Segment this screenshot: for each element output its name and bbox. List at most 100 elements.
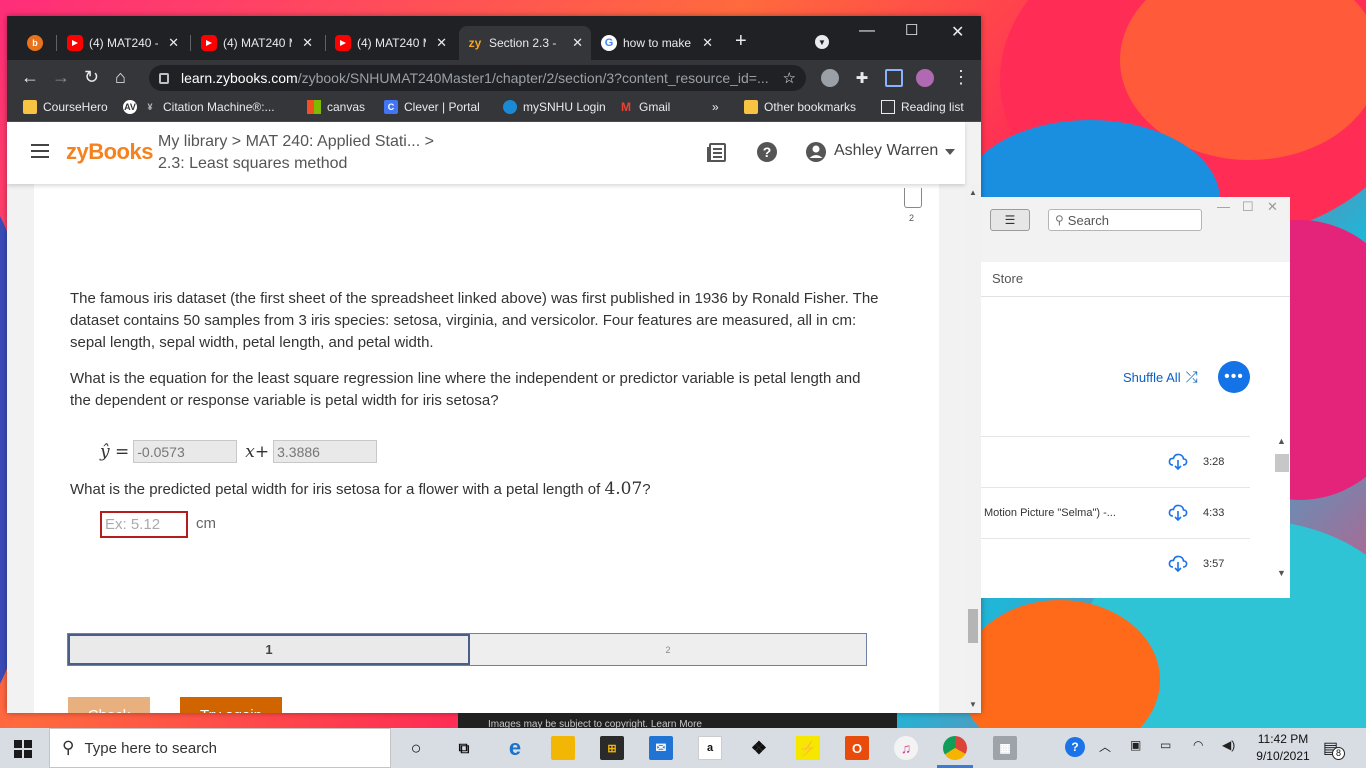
bookmark-coursehero[interactable]: CourseHero [23,100,108,114]
shuffle-all-button[interactable]: Shuffle All ⤮ [1123,369,1198,386]
scrollbar-thumb[interactable] [1275,454,1289,472]
page-scrollbar[interactable]: ▲ ▼ [965,184,981,713]
track-row[interactable]: 3:57 [981,538,1250,589]
notification-center-icon[interactable]: ▤ 8 [1323,738,1345,760]
chrome-icon[interactable] [943,736,967,760]
close-icon[interactable]: ✕ [302,35,313,51]
amazon-icon[interactable]: a [698,736,722,760]
reading-list[interactable]: Reading list [881,100,964,114]
predicted-width-input[interactable]: Ex: 5.12 [100,511,188,538]
try-again-button[interactable]: Try again [180,697,282,713]
system-clock[interactable]: 11:42 PM 9/10/2021 [1253,731,1313,765]
slope-answer-field[interactable]: -0.0573 [133,440,238,463]
bookmark-clever[interactable]: C Clever | Portal [384,100,480,114]
clock-time: 11:42 PM [1257,732,1309,746]
tab-google[interactable]: G how to make ✕ [593,26,721,60]
other-bookmarks[interactable]: Other bookmarks [744,100,856,114]
tab-zybooks-active[interactable]: zy Section 2.3 - ✕ [459,26,591,60]
edge-icon[interactable]: e [503,735,527,760]
puzzle-extensions-icon[interactable]: ✚ [853,69,871,87]
intercept-answer-field[interactable]: 3.3886 [273,440,378,463]
minimize-icon[interactable]: — [859,22,875,40]
check-button[interactable]: Check [68,697,150,713]
extension-icon[interactable] [821,69,839,87]
reload-icon[interactable]: ↻ [84,67,99,87]
volume-icon[interactable]: ◀) [1222,738,1235,752]
bookmark-mysnhu[interactable]: mySNHU Login [503,100,606,114]
scroll-down-icon[interactable]: ▼ [969,700,977,709]
address-bar[interactable]: learn.zybooks.com/zybook/SNHUMAT240Maste… [149,65,806,91]
taskbar-search-box[interactable]: ⚲ Type here to search [49,728,391,768]
forward-icon[interactable]: → [52,67,70,87]
track-row[interactable]: Motion Picture "Selma") -... 4:33 [981,487,1250,538]
back-icon[interactable]: ← [21,67,39,87]
user-name[interactable]: Ashley Warren [834,142,938,160]
bookmark-flag-icon[interactable] [904,188,922,208]
calculator-icon[interactable]: ▦ [993,736,1017,760]
maximize-icon[interactable]: ☐ [905,21,918,39]
scroll-up-icon[interactable]: ▲ [1277,436,1286,446]
windows-start-icon[interactable] [14,740,32,758]
scroll-up-icon[interactable]: ▲ [969,188,977,197]
scroll-down-icon[interactable]: ▼ [1277,568,1286,578]
groove-scrollbar[interactable]: ▲ ▼ [1274,436,1290,582]
chevron-down-icon[interactable] [945,149,955,155]
minimize-icon[interactable]: — [1217,199,1230,214]
cloud-download-icon[interactable] [1168,554,1188,572]
tab-youtube-1[interactable]: (4) MAT240 - ✕ [59,26,187,60]
kebab-menu-icon[interactable]: ⋮ [952,67,970,87]
section-title: 2.3: Least squares method [158,155,348,172]
x-plus-label: x+ [245,441,270,462]
chevron-up-icon[interactable]: ︿ [1099,738,1111,755]
track-row[interactable]: 3:28 [981,436,1250,487]
tab-bing[interactable]: b [19,26,55,60]
store-link[interactable]: Store [992,271,1023,286]
bookmark-citation-machine[interactable]: AV ¥ Citation Machine®:... [123,100,275,114]
maximize-icon[interactable]: ☐ [1242,199,1254,215]
task-view-icon[interactable]: ⧉ [452,736,476,760]
store-icon[interactable]: ⊞ [600,736,624,760]
tab-youtube-3[interactable]: (4) MAT240 M ✕ [327,26,455,60]
groove-search-input[interactable]: ⚲ Search [1048,209,1202,231]
mail-icon[interactable]: ✉ [649,736,673,760]
tab-search-icon[interactable]: ▼ [815,35,829,49]
dropbox-icon[interactable]: ❖ [747,736,771,760]
close-icon[interactable]: ✕ [168,35,179,51]
close-icon[interactable]: ✕ [572,35,583,51]
more-options-button[interactable]: ••• [1218,361,1250,393]
level-1-tab[interactable]: 1 [68,634,470,665]
close-icon[interactable]: ✕ [1267,199,1278,215]
cloud-download-icon[interactable] [1168,452,1188,470]
help-icon[interactable]: ? [756,141,778,163]
lightning-app-icon[interactable]: ⚡ [796,736,820,760]
office-icon[interactable]: O [845,736,869,760]
new-tab-button[interactable]: + [735,31,747,51]
help-tray-icon[interactable]: ? [1065,737,1085,757]
close-icon[interactable]: ✕ [702,35,713,51]
bookmark-star-icon[interactable]: ☆ [783,69,796,87]
cortana-icon[interactable]: ○ [404,736,428,760]
battery-icon[interactable]: ▭ [1160,738,1171,752]
avatar[interactable] [916,69,934,87]
list-view-icon[interactable]: ☰ [990,209,1030,231]
tab-youtube-2[interactable]: (4) MAT240 M ✕ [193,26,321,60]
bookmark-gmail[interactable]: M Gmail [619,100,670,114]
level-2-tab[interactable]: 2 [470,634,866,665]
bookmark-canvas[interactable]: canvas [307,100,365,114]
device-icon[interactable]: ▣ [1130,738,1141,752]
file-explorer-icon[interactable] [551,736,575,760]
cast-icon[interactable] [885,69,903,87]
wifi-icon[interactable]: ◠ [1193,738,1203,752]
user-avatar-icon[interactable] [805,141,827,163]
zybooks-logo[interactable]: zyBooks [66,139,153,165]
close-icon[interactable]: ✕ [436,35,447,51]
library-icon[interactable] [706,141,728,163]
home-icon[interactable]: ⌂ [115,67,126,87]
itunes-icon[interactable]: ♫ [894,736,918,760]
breadcrumb[interactable]: My library > MAT 240: Applied Stati... > [158,133,434,151]
hamburger-menu-icon[interactable] [31,144,49,162]
scrollbar-thumb[interactable] [968,609,978,643]
close-window-icon[interactable]: ✕ [951,22,964,42]
bookmarks-overflow[interactable]: » [712,100,719,114]
cloud-download-icon[interactable] [1168,503,1188,521]
